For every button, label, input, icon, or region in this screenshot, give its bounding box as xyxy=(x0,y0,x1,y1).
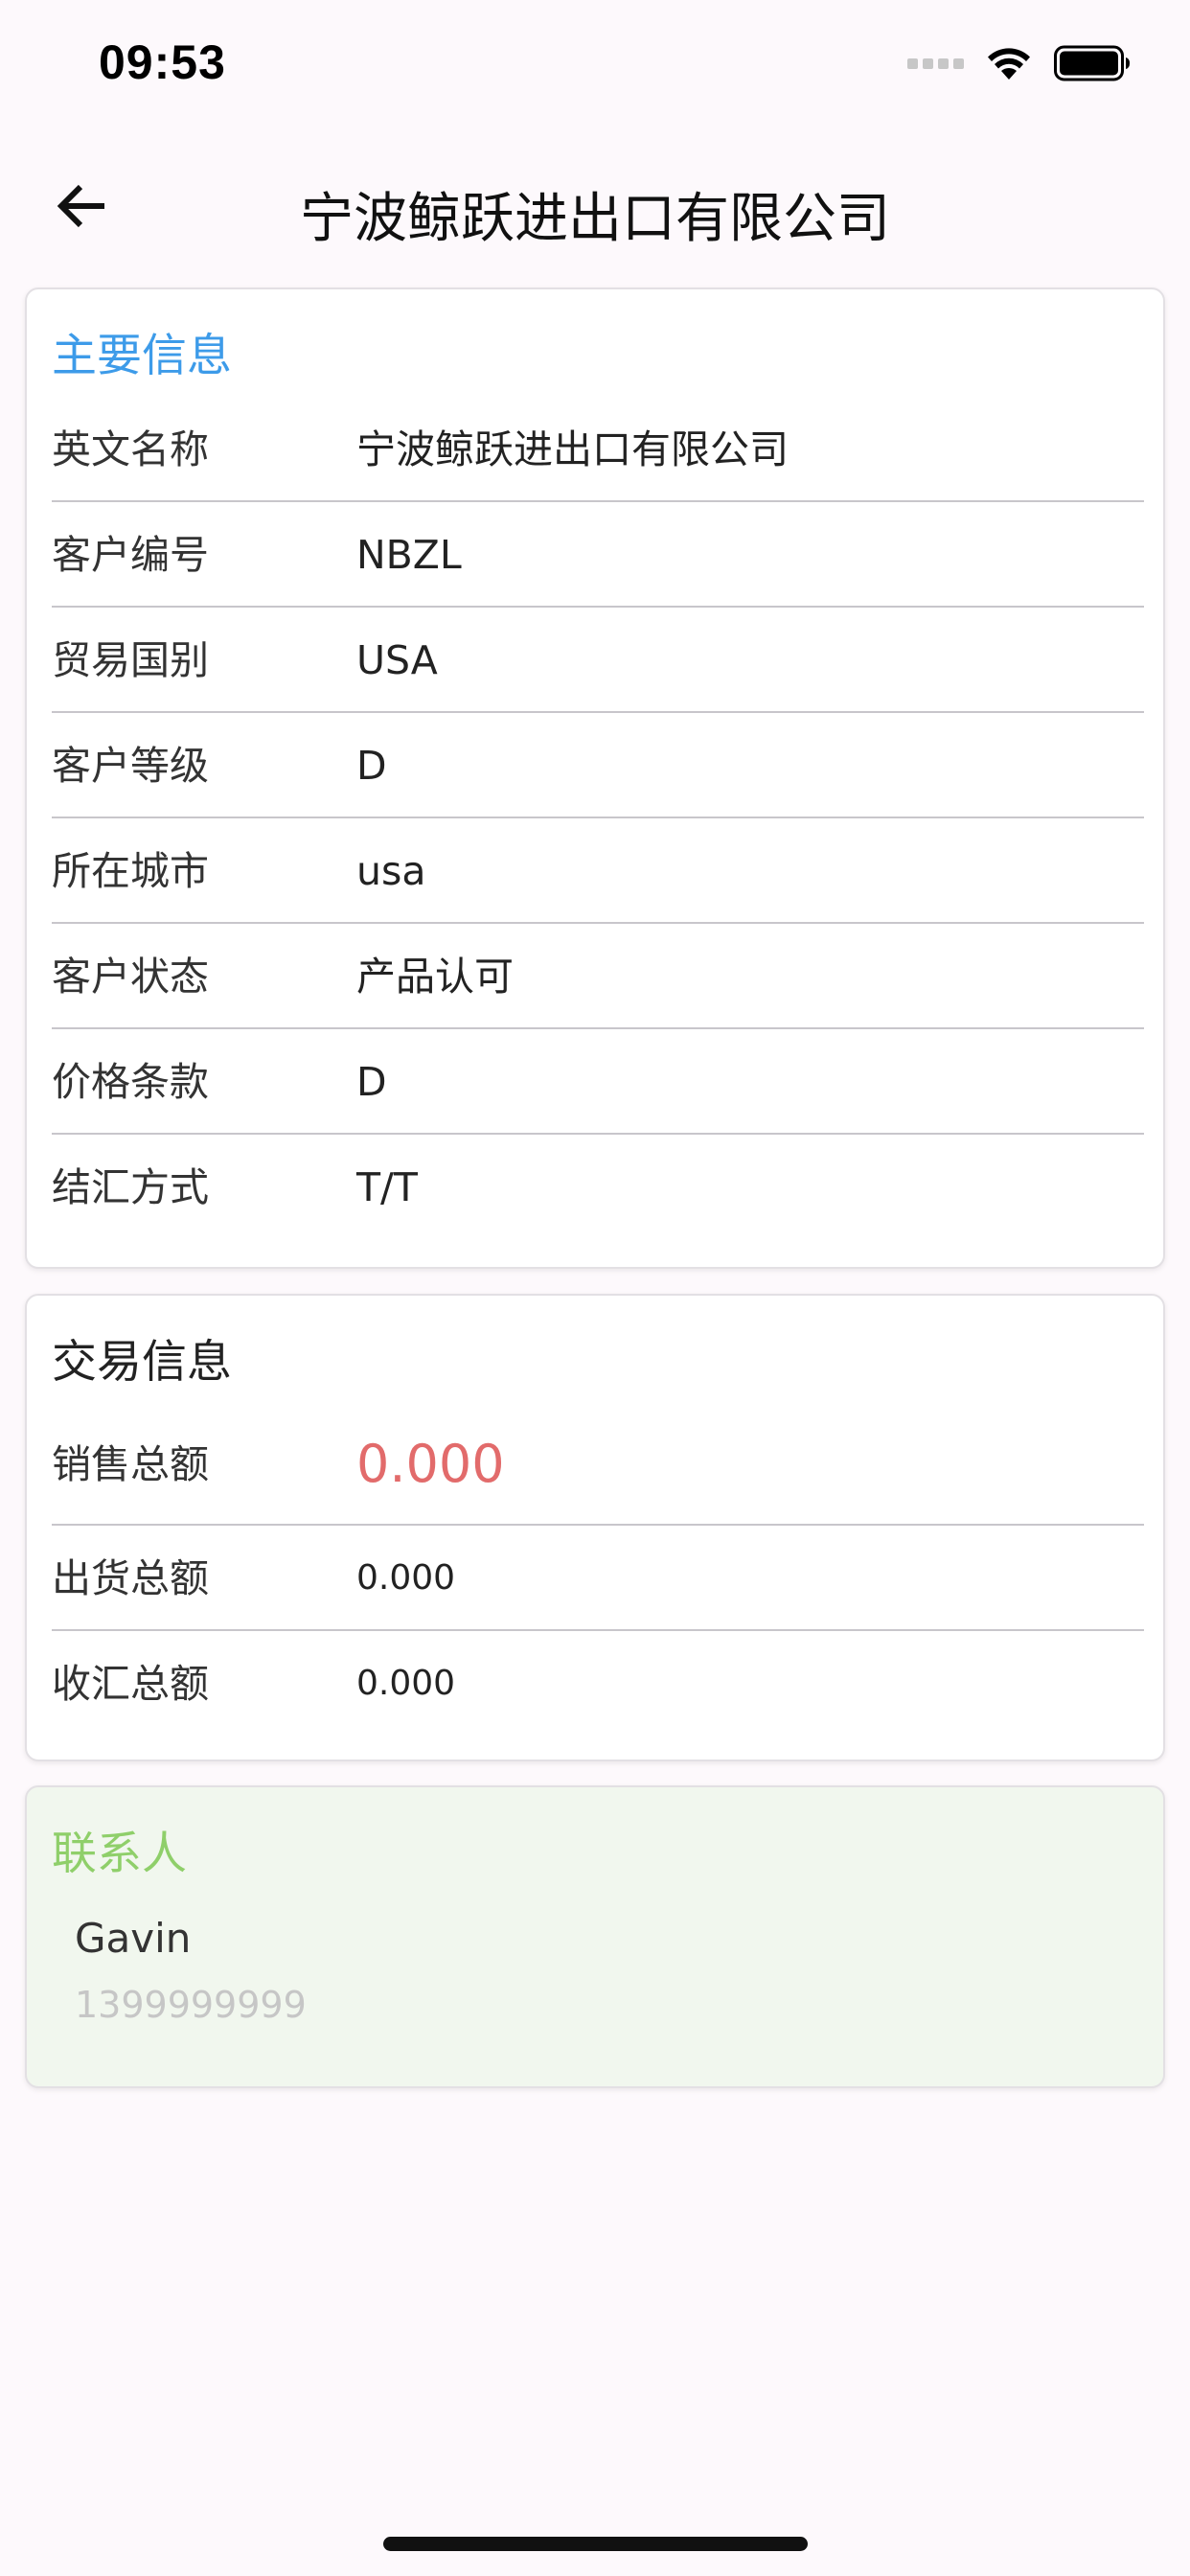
row-label: 贸易国别 xyxy=(52,637,209,683)
app-header: 宁波鲸跃进出口有限公司 xyxy=(0,129,1190,283)
status-icons xyxy=(907,42,1131,84)
status-time: 09:53 xyxy=(99,35,226,89)
row-value: USA xyxy=(356,637,438,683)
row-value: 0.000 xyxy=(356,1664,456,1703)
row-value: T/T xyxy=(356,1164,418,1210)
info-row-price-terms: 价格条款 D xyxy=(52,1029,1144,1135)
row-label: 价格条款 xyxy=(52,1059,209,1105)
wifi-icon xyxy=(988,48,1030,80)
info-row-customer-code: 客户编号 NBZL xyxy=(52,502,1144,608)
status-bar: 09:53 xyxy=(0,0,1190,129)
row-label: 出货总额 xyxy=(52,1555,209,1601)
info-row-trade-country: 贸易国别 USA xyxy=(52,608,1144,713)
info-row-settlement-method: 结汇方式 T/T xyxy=(52,1135,1144,1240)
row-value: usa xyxy=(356,848,426,894)
info-row-english-name: 英文名称 宁波鲸跃进出口有限公司 xyxy=(52,397,1144,502)
row-label: 客户状态 xyxy=(52,954,209,1000)
row-label: 客户等级 xyxy=(52,743,209,789)
info-row-customer-level: 客户等级 D xyxy=(52,713,1144,818)
contacts-card: 联系人 Gavin 1399999999 xyxy=(25,1785,1165,2088)
row-label: 结汇方式 xyxy=(52,1164,209,1210)
info-row-customer-status: 客户状态 产品认可 xyxy=(52,924,1144,1029)
row-label: 销售总额 xyxy=(52,1441,209,1487)
cellular-signal-icon xyxy=(907,58,964,69)
main-info-title: 主要信息 xyxy=(52,330,232,382)
contact-phone[interactable]: 1399999999 xyxy=(75,1984,307,2026)
trade-info-title: 交易信息 xyxy=(52,1336,232,1389)
contacts-title: 联系人 xyxy=(52,1828,187,1880)
row-value: 产品认可 xyxy=(356,954,514,1000)
row-value: D xyxy=(356,1059,387,1105)
trade-row-total-shipment: 出货总额 0.000 xyxy=(52,1526,1144,1631)
row-value: 0.000 xyxy=(356,1558,456,1598)
main-info-card: 主要信息 英文名称 宁波鲸跃进出口有限公司 客户编号 NBZL 贸易国别 USA… xyxy=(25,288,1165,1269)
trade-row-total-sales: 销售总额 0.000 xyxy=(52,1403,1144,1526)
row-value: 宁波鲸跃进出口有限公司 xyxy=(356,426,789,472)
row-label: 所在城市 xyxy=(52,848,209,894)
trade-info-card: 交易信息 销售总额 0.000 出货总额 0.000 收汇总额 0.000 xyxy=(25,1294,1165,1761)
row-label: 英文名称 xyxy=(52,426,209,472)
info-row-city: 所在城市 usa xyxy=(52,818,1144,924)
trade-row-total-receipts: 收汇总额 0.000 xyxy=(52,1631,1144,1736)
contact-name: Gavin xyxy=(75,1915,192,1962)
row-label: 客户编号 xyxy=(52,532,209,578)
page-title: 宁波鲸跃进出口有限公司 xyxy=(300,188,890,250)
battery-icon xyxy=(1054,45,1130,81)
home-indicator[interactable] xyxy=(383,2537,808,2551)
total-sales-value: 0.000 xyxy=(356,1434,505,1494)
row-label: 收汇总额 xyxy=(52,1661,209,1707)
row-value: D xyxy=(356,743,387,789)
row-value: NBZL xyxy=(356,532,462,578)
